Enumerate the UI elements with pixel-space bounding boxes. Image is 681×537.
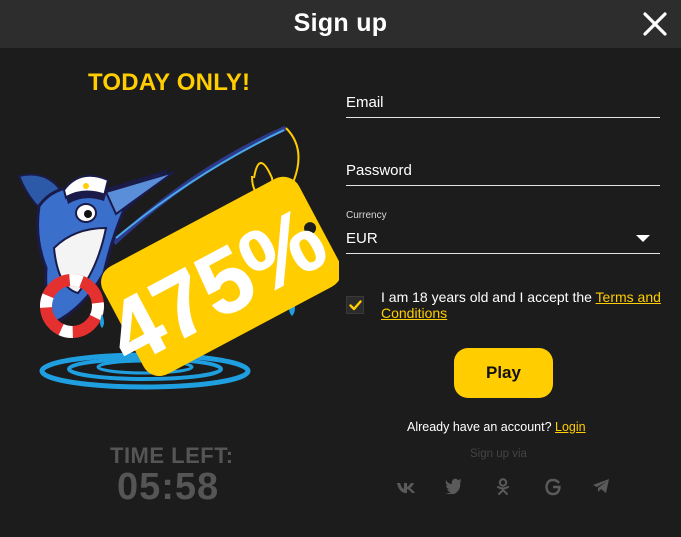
countdown-timer: 05:58 <box>117 466 220 508</box>
signup-modal: Sign up TODAY ONLY! 475% TIME LEFT: 05:5… <box>0 0 681 537</box>
signup-via-label: Sign up via <box>470 448 527 460</box>
checkmark-icon <box>349 300 362 311</box>
login-prompt-text: Already have an account? <box>407 420 556 434</box>
modal-title: Sign up <box>293 9 388 37</box>
chevron-down-icon <box>636 235 650 242</box>
email-placeholder: Email <box>346 94 384 111</box>
google-icon[interactable] <box>544 478 564 496</box>
login-link[interactable]: Login <box>555 420 586 434</box>
currency-select[interactable]: EUR <box>346 230 660 254</box>
close-icon[interactable] <box>640 9 670 39</box>
currency-value: EUR <box>346 230 378 247</box>
password-placeholder: Password <box>346 162 412 179</box>
currency-label: Currency <box>346 210 387 221</box>
modal-header: Sign up <box>0 0 681 48</box>
promo-headline: TODAY ONLY! <box>88 69 251 96</box>
twitter-icon[interactable] <box>445 478 465 496</box>
social-login-row <box>396 478 616 498</box>
marlin-fisherman-illustration: 475% <box>17 125 339 390</box>
telegram-icon[interactable] <box>592 478 612 496</box>
email-field[interactable]: Email <box>346 94 660 118</box>
terms-prefix: I am 18 years old and I accept the <box>381 289 596 305</box>
terms-text: I am 18 years old and I accept the Terms… <box>381 289 663 321</box>
odnoklassniki-icon[interactable] <box>496 478 516 496</box>
terms-checkbox[interactable] <box>346 296 364 314</box>
vk-icon[interactable] <box>396 478 416 496</box>
password-field[interactable]: Password <box>346 162 660 186</box>
login-prompt: Already have an account? Login <box>407 420 586 434</box>
play-button[interactable]: Play <box>454 348 553 398</box>
